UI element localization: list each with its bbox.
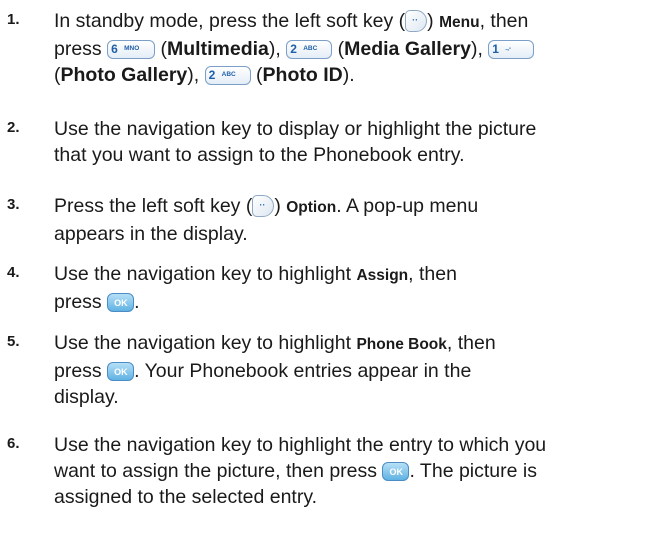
step-line: Use the navigation key to display or hig…: [54, 118, 537, 140]
step-text-part: want to assign the picture, then press: [54, 460, 378, 482]
step-text-part: Use the navigation key to highlight: [54, 332, 357, 354]
step-number: 1.: [7, 11, 20, 28]
step-text-part: .: [134, 291, 140, 313]
key-2-icon: 2 ABC: [286, 40, 333, 59]
step-text-part: ): [427, 10, 440, 32]
step-text: Use the navigation key to highlight Phon…: [54, 330, 646, 410]
ok-key-icon: OK: [107, 362, 135, 381]
step-text-part: . Your Phonebook entries appear in the: [134, 360, 472, 382]
ok-key-icon: OK: [107, 293, 135, 312]
step-text-part: Use the navigation key to highlight: [54, 263, 357, 285]
option-label: Option: [286, 199, 337, 216]
step-text: Use the navigation key to highlight Assi…: [54, 261, 646, 315]
step-number: 4.: [7, 264, 20, 281]
step-text-part: , then: [479, 10, 529, 32]
step-line: that you want to assign to the Phonebook…: [54, 144, 465, 166]
step-text-part: press: [54, 38, 102, 60]
phone-book-label: Phone Book: [356, 336, 447, 353]
step-number: 6.: [7, 435, 20, 452]
multimedia-label: Multimedia: [167, 38, 269, 60]
key-1-icon: 1 .,-: [488, 40, 535, 59]
step-number: 3.: [7, 196, 20, 213]
step-line: Use the navigation key to highlight the …: [54, 434, 547, 456]
step-number: 5.: [7, 333, 20, 350]
step-line: display.: [54, 386, 119, 408]
step-text-part: , then: [446, 332, 496, 354]
step-text-part: . The picture is: [409, 460, 537, 482]
step-line: assigned to the selected entry.: [54, 486, 318, 508]
step-text: In standby mode, press the left soft key…: [54, 8, 646, 88]
ok-key-icon: OK: [382, 462, 410, 481]
media-gallery-label: Media Gallery: [344, 38, 471, 60]
assign-label: Assign: [356, 267, 409, 284]
step-text: Use the navigation key to highlight the …: [54, 432, 646, 510]
key-2-icon: 2 ABC: [204, 66, 251, 85]
step-text-part: press: [54, 360, 102, 382]
step-text-part: ): [274, 195, 287, 217]
step-number: 2.: [7, 119, 20, 136]
left-soft-key-icon: ··: [252, 195, 275, 217]
photo-gallery-label: Photo Gallery: [60, 64, 188, 86]
photo-id-label: Photo ID: [262, 64, 343, 86]
step-text: Press the left soft key (··) Option. A p…: [54, 193, 646, 247]
step-text-part: press: [54, 291, 102, 313]
step-text-part: Press the left soft key (: [54, 195, 253, 217]
step-text-part: ).: [342, 64, 355, 86]
step-text-part: . A pop-up menu: [336, 195, 479, 217]
step-text-part: In standby mode, press the left soft key…: [54, 10, 406, 32]
menu-label: Menu: [439, 14, 480, 31]
step-text-part: , then: [408, 263, 457, 285]
key-6-icon: 6 MNO: [107, 40, 156, 59]
step-text: Use the navigation key to display or hig…: [54, 116, 646, 168]
left-soft-key-icon: ··: [405, 10, 428, 32]
step-line: appears in the display.: [54, 223, 248, 245]
